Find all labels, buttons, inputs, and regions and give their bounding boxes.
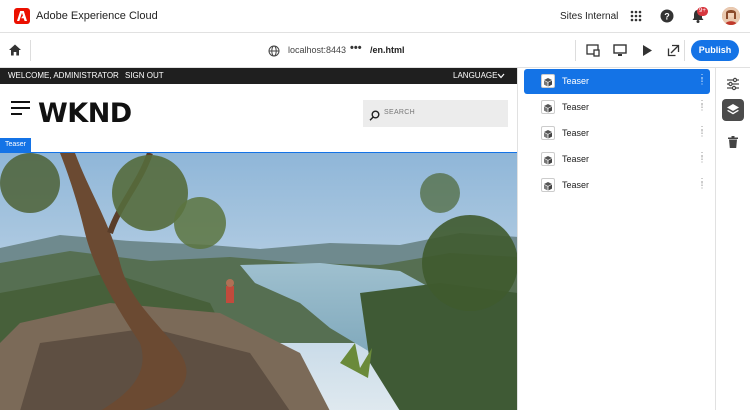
cube-icon bbox=[541, 74, 555, 88]
editor-toolbar: localhost:8443 ••• /en.html Publish bbox=[0, 33, 750, 68]
org-switcher[interactable]: Sites Internal bbox=[560, 11, 618, 22]
responsive-icon[interactable] bbox=[586, 44, 600, 62]
layer-item[interactable]: Teaser ⋮ ⋮ bbox=[524, 69, 710, 94]
desktop-icon[interactable] bbox=[613, 44, 627, 62]
layer-label: Teaser bbox=[562, 76, 590, 86]
drag-handle-icon[interactable]: ⋮ ⋮ bbox=[698, 152, 706, 164]
globe-icon bbox=[268, 44, 280, 62]
welcome-text: WELCOME, ADMINISTRATOR bbox=[8, 71, 119, 80]
notifications-badge: 9+ bbox=[697, 7, 708, 16]
right-rail bbox=[715, 68, 750, 410]
page-canvas[interactable]: WELCOME, ADMINISTRATOR SIGN OUT LANGUAGE… bbox=[0, 68, 518, 410]
cube-icon bbox=[541, 152, 555, 166]
adobe-logo-icon[interactable] bbox=[14, 8, 30, 24]
component-label: Teaser bbox=[0, 138, 32, 152]
cube-icon bbox=[541, 100, 555, 114]
layers-panel: Teaser ⋮ ⋮ Teaser ⋮ ⋮ Teaser ⋮ ⋮ Teaser ⋮ ⋮ … bbox=[519, 68, 715, 410]
publish-button[interactable]: Publish bbox=[691, 40, 739, 61]
home-icon[interactable] bbox=[8, 43, 22, 62]
language-menu[interactable]: LANGUAGE bbox=[453, 71, 497, 80]
drag-handle-icon[interactable]: ⋮ ⋮ bbox=[698, 74, 706, 86]
play-icon[interactable] bbox=[641, 44, 653, 62]
trash-icon bbox=[726, 135, 740, 154]
cube-icon bbox=[541, 126, 555, 140]
drag-handle-icon[interactable]: ⋮ ⋮ bbox=[698, 100, 706, 112]
app-title[interactable]: Adobe Experience Cloud bbox=[36, 10, 158, 22]
avatar[interactable] bbox=[722, 7, 740, 25]
open-external-icon[interactable] bbox=[667, 44, 680, 62]
layer-label: Teaser bbox=[562, 180, 590, 190]
url-path[interactable]: /en.html bbox=[370, 45, 405, 55]
layer-label: Teaser bbox=[562, 154, 590, 164]
url-more-button[interactable]: ••• bbox=[350, 42, 362, 54]
layers-icon bbox=[726, 103, 740, 122]
svg-text:?: ? bbox=[664, 12, 670, 22]
site-topnav: WELCOME, ADMINISTRATOR SIGN OUT LANGUAGE bbox=[0, 68, 517, 84]
url-host: localhost:8443 bbox=[288, 45, 347, 55]
divider bbox=[30, 40, 31, 61]
cube-icon bbox=[541, 178, 555, 192]
layers-button[interactable] bbox=[722, 99, 744, 121]
layer-item[interactable]: Teaser ⋮ ⋮ bbox=[524, 147, 710, 172]
chevron-down-icon bbox=[497, 72, 505, 81]
site-header: WKND SEARCH bbox=[0, 84, 517, 136]
hamburger-icon[interactable] bbox=[11, 101, 30, 119]
settings-sliders-icon bbox=[726, 77, 740, 96]
hero-image[interactable] bbox=[0, 152, 517, 410]
layer-item[interactable]: Teaser ⋮ ⋮ bbox=[524, 173, 710, 198]
site-logo[interactable]: WKND bbox=[38, 98, 132, 129]
layer-label: Teaser bbox=[562, 128, 590, 138]
search-placeholder: SEARCH bbox=[384, 109, 415, 116]
help-icon[interactable]: ? bbox=[659, 8, 675, 24]
layer-item[interactable]: Teaser ⋮ ⋮ bbox=[524, 95, 710, 120]
sign-out-link[interactable]: SIGN OUT bbox=[125, 71, 164, 80]
search-icon bbox=[369, 108, 380, 126]
divider bbox=[684, 40, 685, 61]
app-header: Adobe Experience Cloud Sites Internal ? … bbox=[0, 0, 750, 33]
apps-grid-icon[interactable] bbox=[628, 8, 644, 24]
properties-button[interactable] bbox=[722, 73, 744, 95]
layer-item[interactable]: Teaser ⋮ ⋮ bbox=[524, 121, 710, 146]
divider bbox=[575, 40, 576, 61]
drag-handle-icon[interactable]: ⋮ ⋮ bbox=[698, 178, 706, 190]
delete-button[interactable] bbox=[722, 131, 744, 153]
site-search-input[interactable]: SEARCH bbox=[363, 100, 508, 127]
drag-handle-icon[interactable]: ⋮ ⋮ bbox=[698, 126, 706, 138]
layer-label: Teaser bbox=[562, 102, 590, 112]
